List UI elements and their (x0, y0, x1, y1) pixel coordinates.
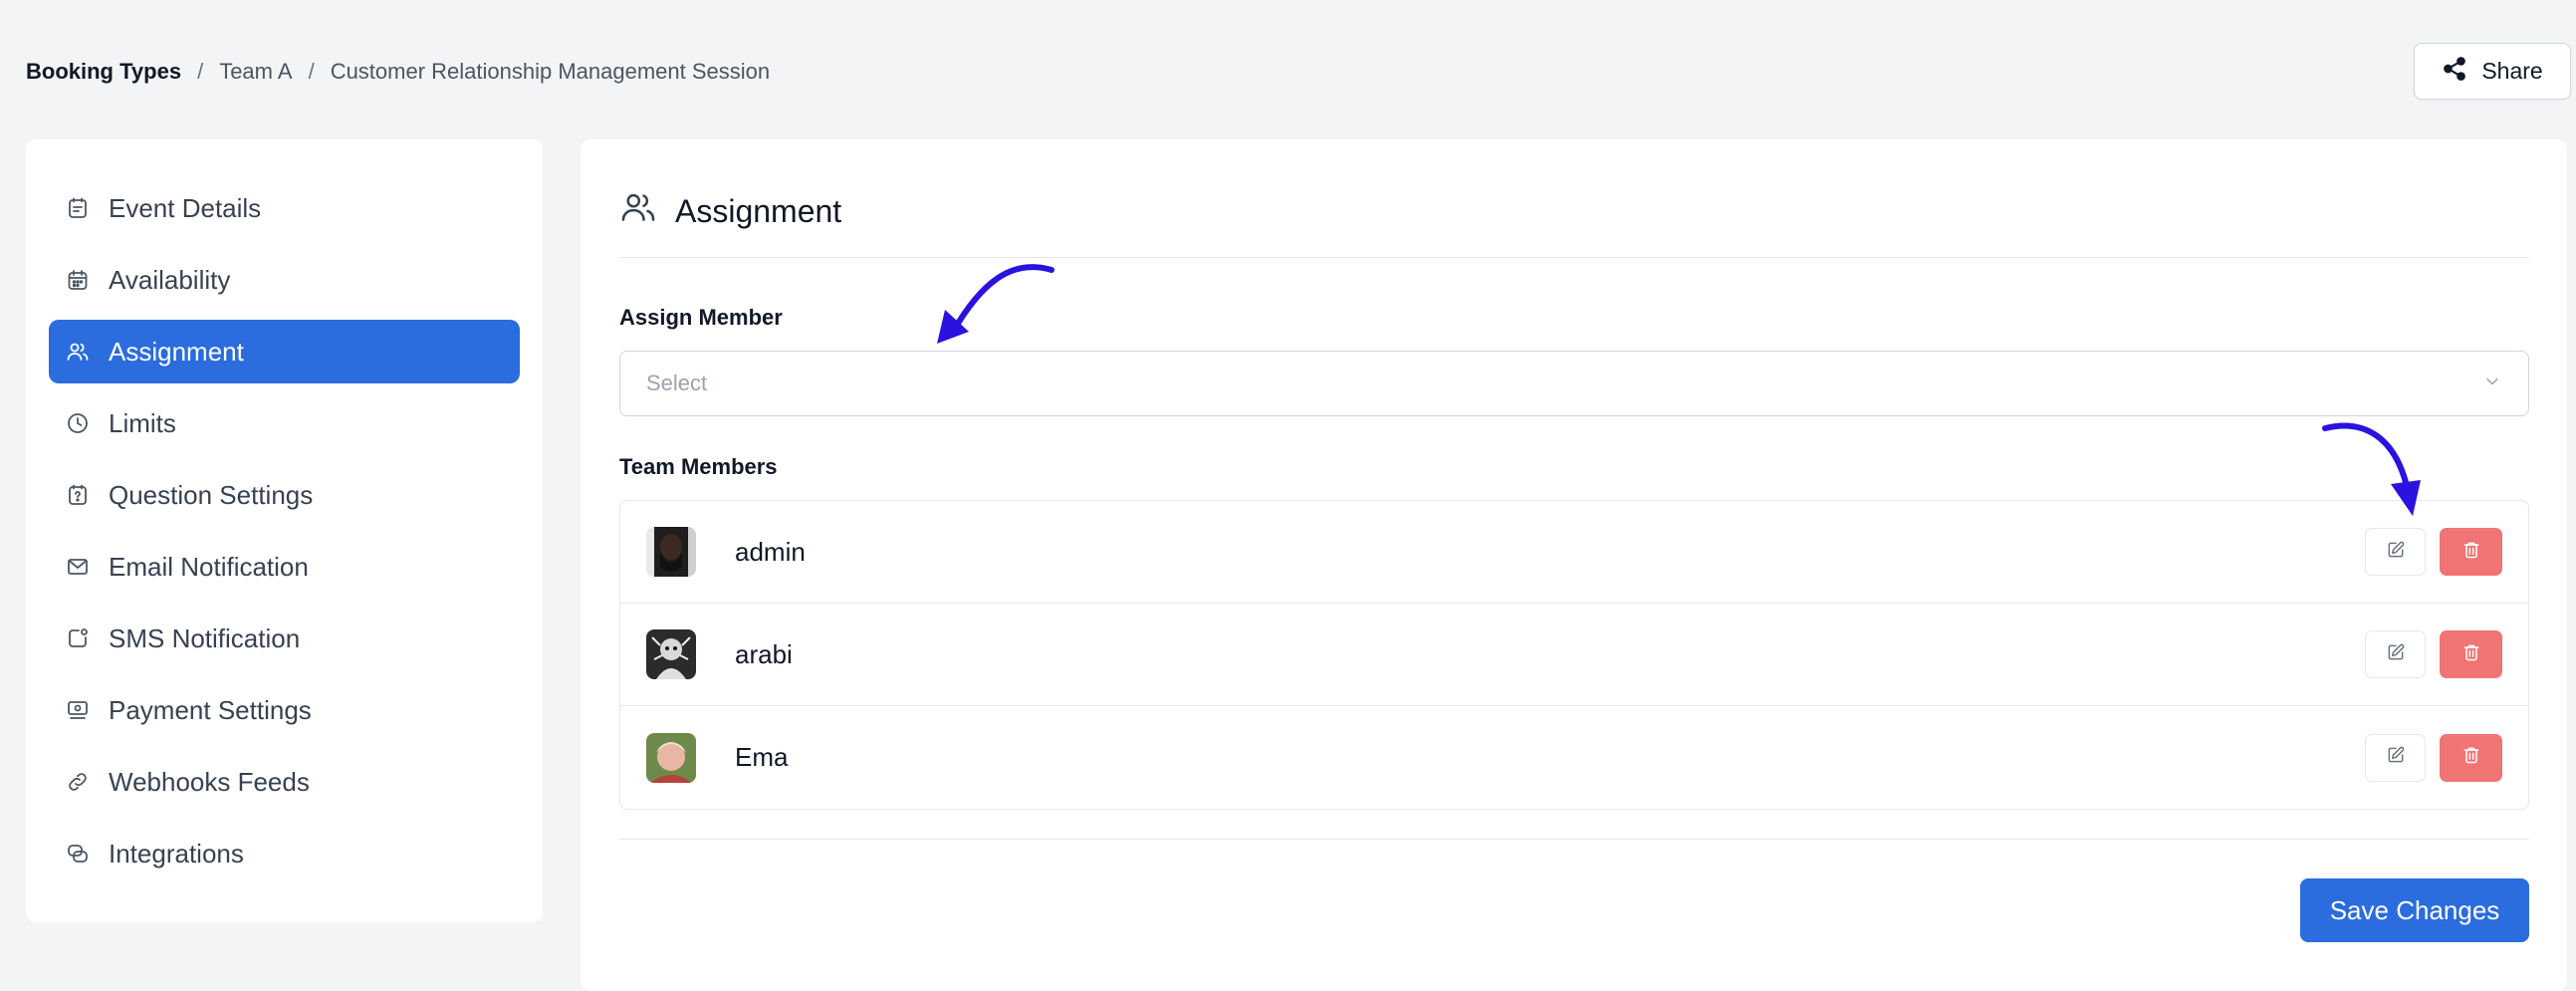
sidebar-item-integrations[interactable]: Integrations (49, 822, 520, 885)
team-member-row: arabi (620, 604, 2528, 706)
sidebar-item-label: Question Settings (109, 479, 314, 510)
sidebar-item-email-notification[interactable]: Email Notification (49, 535, 520, 599)
member-name: arabi (735, 638, 793, 669)
sidebar-item-sms-notification[interactable]: SMS Notification (49, 607, 520, 670)
sms-icon (65, 625, 91, 651)
edit-icon (2386, 642, 2406, 667)
mail-icon (65, 554, 91, 580)
sidebar-item-event-details[interactable]: Event Details (49, 176, 520, 240)
avatar (646, 732, 696, 783)
breadcrumb-separator: / (308, 59, 315, 84)
assignment-panel: Assignment Assign Member Select Team Mem… (581, 139, 2567, 991)
sidebar-item-label: Email Notification (109, 551, 309, 582)
users-icon (65, 339, 91, 365)
users-icon (619, 188, 657, 234)
breadcrumb-booking-types[interactable]: Booking Types (26, 59, 181, 85)
delete-button[interactable] (2440, 528, 2502, 576)
sidebar-item-label: Integrations (109, 838, 244, 868)
breadcrumb: Booking Types / Team A / Customer Relati… (26, 54, 770, 90)
title-divider (619, 257, 2529, 258)
sidebar-item-label: Assignment (109, 336, 244, 367)
question-icon (65, 482, 91, 508)
edit-icon (2386, 540, 2406, 565)
edit-button[interactable] (2365, 630, 2426, 678)
link-icon (65, 769, 91, 795)
chevron-down-icon (2482, 372, 2502, 396)
breadcrumb-current: Customer Relationship Management Session (330, 59, 771, 84)
sidebar-item-label: Event Details (109, 192, 262, 223)
breadcrumb-team[interactable]: Team A (219, 59, 292, 85)
avatar (646, 629, 696, 679)
member-name: Ema (735, 742, 789, 772)
trash-icon (2461, 540, 2481, 565)
sidebar-item-label: SMS Notification (109, 622, 301, 653)
edit-button[interactable] (2365, 528, 2426, 576)
sidebar-item-label: Availability (109, 264, 231, 295)
payment-icon (65, 697, 91, 723)
sidebar-item-availability[interactable]: Availability (49, 248, 520, 312)
sidebar-item-limits[interactable]: Limits (49, 391, 520, 455)
team-members-label: Team Members (619, 454, 778, 479)
assign-member-select[interactable]: Select (619, 351, 2529, 416)
share-button[interactable]: Share (2414, 43, 2571, 100)
page-title: Assignment (619, 189, 841, 233)
edit-button[interactable] (2365, 733, 2426, 782)
share-label: Share (2481, 58, 2543, 84)
sidebar-item-label: Limits (109, 407, 176, 438)
sidebar-item-payment-settings[interactable]: Payment Settings (49, 678, 520, 742)
calendar-icon (65, 267, 91, 293)
save-changes-button[interactable]: Save Changes (2300, 878, 2529, 942)
sidebar-item-label: Webhooks Feeds (109, 766, 310, 797)
breadcrumb-separator: / (197, 59, 204, 84)
team-members-list: admin arabi Ema (619, 500, 2529, 810)
delete-button[interactable] (2440, 630, 2502, 678)
delete-button[interactable] (2440, 733, 2502, 782)
member-name: admin (735, 536, 806, 567)
team-member-row: Ema (620, 706, 2528, 809)
edit-icon (2386, 745, 2406, 770)
sidebar-item-assignment[interactable]: Assignment (49, 320, 520, 383)
team-member-row: admin (620, 501, 2528, 604)
avatar (646, 527, 696, 577)
trash-icon (2461, 745, 2481, 770)
trash-icon (2461, 642, 2481, 667)
footer-divider (619, 839, 2529, 840)
assign-member-label: Assign Member (619, 305, 783, 330)
clock-icon (65, 410, 91, 436)
settings-sidebar: Event Details Availability Assignment Li… (26, 139, 543, 922)
page-title-text: Assignment (675, 192, 842, 229)
event-details-icon (65, 195, 91, 221)
sidebar-item-webhooks-feeds[interactable]: Webhooks Feeds (49, 750, 520, 814)
sidebar-item-label: Payment Settings (109, 694, 312, 725)
integrations-icon (65, 841, 91, 867)
share-icon (2442, 56, 2467, 88)
select-placeholder: Select (646, 371, 708, 395)
sidebar-item-question-settings[interactable]: Question Settings (49, 463, 520, 527)
